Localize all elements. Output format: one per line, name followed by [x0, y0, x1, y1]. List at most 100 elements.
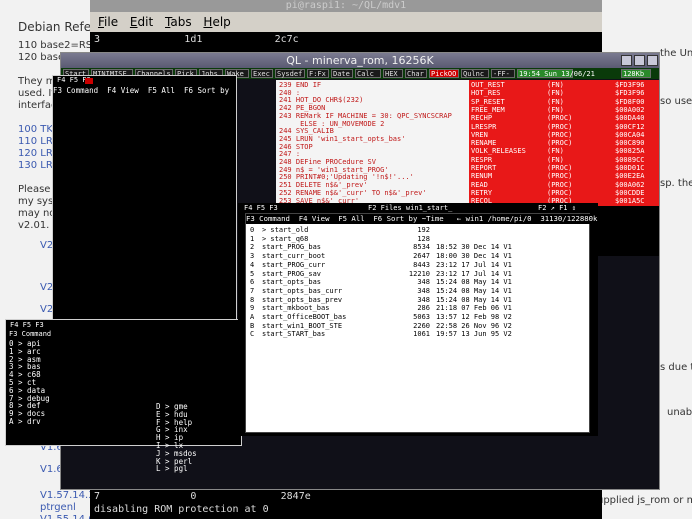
keyword-type: (PROC): [547, 139, 573, 148]
drv-menu[interactable]: F3 Command: [6, 330, 241, 339]
close-button[interactable]: [647, 55, 658, 66]
keyword-type: (PROC): [547, 130, 573, 139]
file-index: A: [250, 313, 255, 321]
file-date: 15:24 08 May 14 V1: [436, 286, 512, 295]
keyword-type: (PROC): [547, 180, 573, 189]
keyword-address: $00D01C: [615, 164, 645, 172]
file-size: 348: [417, 295, 430, 304]
window-title-bar: F4 F5 F3: [6, 320, 241, 330]
keyword-name: FREE_MEM: [471, 105, 505, 114]
version-link[interactable]: V1.55.14.6: [40, 514, 95, 519]
terminal-title: pi@raspi1: ~/QL/mdv1: [90, 0, 602, 12]
version-link[interactable]: ptrgenl: [40, 502, 76, 513]
terminal-window-bottom: 7 0 2847e disabling ROM protection at 0: [90, 490, 602, 519]
file-date: 23:12 17 Jul 14 V1: [436, 260, 512, 269]
file-name: start_opts_bas: [262, 278, 322, 287]
menu-help[interactable]: Help: [203, 12, 230, 32]
dir-entry[interactable]: A > drv: [9, 418, 41, 426]
terminal-row: 7 0 2847e: [94, 491, 311, 502]
keyword-type: (PROC): [547, 188, 573, 197]
directory-list-window[interactable]: F4 F5 F3 F3 Command 0 > api 1 > arc 2 > as…: [5, 319, 242, 473]
keyword-type: (FN): [547, 89, 564, 98]
ql-button-qulnc[interactable]: Qulnc: [461, 69, 489, 78]
keyword-name: VOLK_RELEASES: [471, 147, 526, 156]
menu-edit[interactable]: Edit: [130, 12, 153, 32]
file-size: 192: [417, 226, 430, 234]
terminal-row: disabling ROM protection at 0: [94, 504, 269, 515]
browser-text-fragment: s due to: [660, 362, 692, 373]
keyword-address: $001A5C: [615, 197, 645, 206]
command-menu[interactable]: F3 Command F4 View F5 All F6 Sort by: [53, 86, 236, 96]
files-title-bar: F4 F5 F3 F2 Files win1_start_ F2 ↗ F1 ⇕: [238, 203, 598, 213]
window-keys: F4 F5 F3: [244, 204, 278, 212]
keyword-address: $00CDDE: [615, 188, 645, 197]
ql-button-date[interactable]: Date: [331, 69, 353, 78]
keyword-type: (FN): [547, 105, 564, 114]
file-name: start_opts_bas_curr: [262, 286, 343, 295]
keyword-name: RENUM: [471, 172, 493, 181]
ql-window-title: QL - minerva_rom, 16256K: [61, 53, 659, 68]
keyword-type: (PROC): [547, 114, 573, 123]
files-window[interactable]: F4 F5 F3 F2 Files win1_start_ F2 ↗ F1 ⇕ …: [238, 203, 598, 436]
file-date: 23:12 17 Jul 14 V1: [436, 269, 512, 278]
file-index: 3: [250, 252, 255, 261]
window-title-bar: F4 F5 F3: [53, 76, 236, 86]
file-index: 2: [250, 243, 255, 252]
file-index: 7: [250, 286, 255, 295]
keyword-address: $00C890: [615, 139, 645, 148]
window-keys: F4 F5 F3: [10, 321, 44, 329]
keyword-address: $00DA40: [615, 114, 645, 123]
browser-text-fragment: so use: [660, 96, 692, 107]
browser-text-line: 110 base2=RS: [18, 40, 93, 51]
version-link[interactable]: V1.57.14.3: [40, 490, 95, 501]
file-name: > start_old: [262, 226, 309, 234]
ql-button-f-fx[interactable]: F:Fx: [307, 69, 329, 78]
file-date: 18:52 30 Dec 14 V1: [436, 243, 512, 252]
file-date: 19:57 13 Jun 95 V2: [436, 330, 512, 339]
keyword-type: (PROC): [547, 172, 573, 181]
keyword-address: $00A002: [615, 105, 645, 114]
keyword-type: (FN): [547, 97, 564, 106]
keyword-address: $0089CC: [615, 155, 645, 164]
file-index: C: [250, 330, 255, 339]
ql-button-calc[interactable]: Calc: [355, 69, 381, 78]
file-index: 0: [250, 226, 255, 234]
keyword-address: $00E2EA: [615, 172, 645, 181]
ql-button-128kb[interactable]: 128Kb: [621, 69, 651, 78]
terminal-menubar: File Edit Tabs Help: [90, 12, 602, 32]
keyword-name: SP_RESET: [471, 97, 505, 106]
menu-tabs[interactable]: Tabs: [165, 12, 192, 32]
files-menu[interactable]: F3 Command F4 View F5 All F6 Sort by ~Ti…: [246, 214, 597, 224]
ql-button-19-54-sun-13-06-21[interactable]: 19:54 Sun 13/06/21: [517, 69, 595, 78]
keyword-type: (PROC): [547, 122, 573, 131]
file-name: start_START_bas: [262, 330, 326, 339]
keyword-type: (FN): [547, 81, 564, 89]
ql-button-exec[interactable]: Exec: [251, 69, 273, 78]
keyword-name: VREN: [471, 130, 488, 139]
ql-button-hex[interactable]: HEX: [383, 69, 403, 78]
ql-button-pickoo[interactable]: PickOO: [429, 69, 459, 78]
ql-button-sysdef[interactable]: Sysdef: [275, 69, 305, 78]
keyword-type: (PROC): [547, 164, 573, 172]
file-name: start_PROG_sav: [262, 269, 322, 278]
file-date: 15:24 08 May 14 V1: [436, 278, 512, 287]
dir-entry[interactable]: L > pgl: [156, 465, 188, 473]
files-window-controls[interactable]: F2 ↗ F1 ⇕: [538, 204, 576, 212]
files-list-panel[interactable]: F3 Command F4 View F5 All F6 Sort by ~Ti…: [245, 213, 597, 433]
file-name: > start_q68: [262, 234, 309, 243]
file-size: 8443: [413, 260, 430, 269]
keyword-type: (FN): [547, 155, 564, 164]
minimize-button[interactable]: [621, 55, 632, 66]
keyword-address: $FD3F96: [615, 81, 645, 89]
file-date: 18:00 30 Dec 14 V1: [436, 252, 512, 261]
file-index: 6: [250, 278, 255, 287]
maximize-button[interactable]: [634, 55, 645, 66]
file-name: start_OfficeBOOT_bas: [262, 313, 347, 321]
keyword-name: LRESPR: [471, 122, 497, 131]
keyword-name: READ: [471, 180, 488, 189]
ql-button-char[interactable]: Char: [405, 69, 427, 78]
file-name: start_curr_boot: [262, 252, 326, 261]
file-size: 2260: [413, 321, 430, 330]
ql-button--ff-[interactable]: -FF-: [491, 69, 515, 78]
menu-file[interactable]: File: [98, 12, 118, 32]
